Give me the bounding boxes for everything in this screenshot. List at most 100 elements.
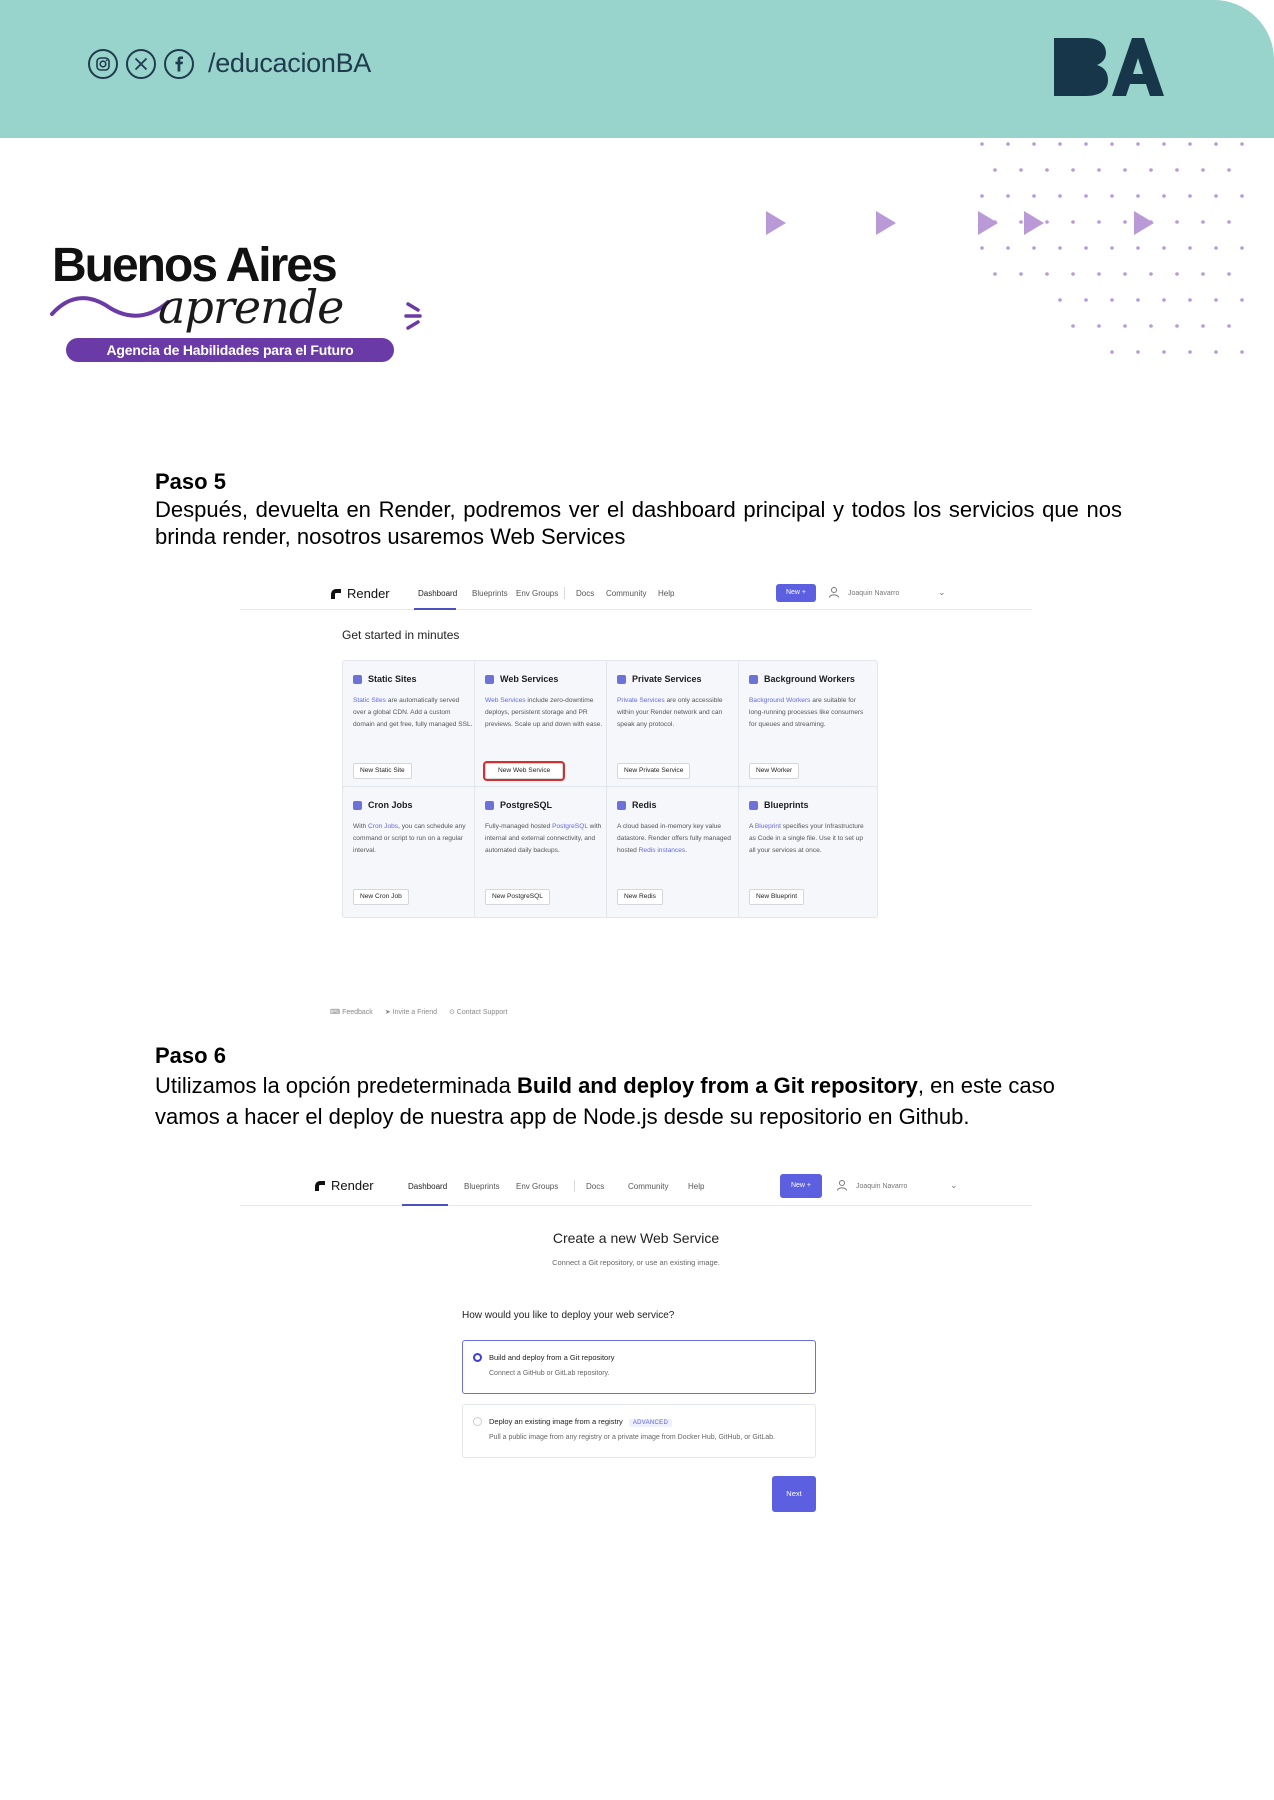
blueprints-button[interactable]: New Blueprint xyxy=(749,889,805,905)
user-name[interactable]: Joaquin Navarro xyxy=(856,1183,907,1190)
card-title: Web Services xyxy=(485,674,558,684)
blueprints-icon xyxy=(749,800,758,810)
new-button[interactable]: New + xyxy=(780,1174,822,1198)
private-services-icon xyxy=(617,674,626,684)
nav-env-groups[interactable]: Env Groups xyxy=(516,1182,558,1191)
card-title: Static Sites xyxy=(353,674,417,684)
nav-separator xyxy=(564,587,565,599)
chevron-down-icon[interactable]: ⌄ xyxy=(950,1180,958,1191)
card-static-sites: Static Sites Static Sites are automatical… xyxy=(342,660,482,792)
step6-title: Paso 6 xyxy=(155,1043,226,1068)
card-cron-jobs: Cron Jobs With Cron Jobs, you can schedul… xyxy=(342,786,482,918)
card-description: Private Services are only accessible wit… xyxy=(617,697,723,728)
step6-emphasis: Build and deploy from a Git repository xyxy=(516,1073,918,1098)
nav-blueprints[interactable]: Blueprints xyxy=(464,1182,500,1191)
top-nav: Render Dashboard Blueprints Env Groups D… xyxy=(240,1166,1032,1206)
user-icon[interactable] xyxy=(828,586,840,598)
user-name[interactable]: Joaquin Navarro xyxy=(848,590,899,597)
card-title: Redis xyxy=(617,800,657,810)
top-nav: Render Dashboard Blueprints Env Groups D… xyxy=(240,576,1032,610)
social-handle[interactable]: /educacionBA xyxy=(208,48,371,79)
nav-community[interactable]: Community xyxy=(628,1182,668,1191)
postgresql-icon xyxy=(485,800,494,810)
nav-blueprints[interactable]: Blueprints xyxy=(472,589,508,598)
card-link[interactable]: Static Sites xyxy=(353,697,386,704)
nav-help[interactable]: Help xyxy=(688,1182,704,1191)
background-workers-icon xyxy=(749,674,758,684)
spark-decoration xyxy=(404,302,422,330)
card-title: Blueprints xyxy=(749,800,809,810)
card-description: Background Workers are suitable for long… xyxy=(749,697,864,728)
nav-docs[interactable]: Docs xyxy=(586,1182,604,1191)
card-redis: Redis A cloud based in-memory key value d… xyxy=(606,786,746,918)
card-link[interactable]: Blueprint xyxy=(755,823,781,830)
invite-friend-link[interactable]: ➤ Invite a Friend xyxy=(385,1008,437,1016)
render-logo[interactable]: Render xyxy=(314,1178,374,1193)
card-description: Fully-managed hosted PostgreSQL with int… xyxy=(485,823,602,854)
cron-jobs-icon xyxy=(353,800,362,810)
card-description: With Cron Jobs, you can schedule any com… xyxy=(353,823,466,854)
new-button[interactable]: New + xyxy=(776,584,816,602)
cron-jobs-button[interactable]: New Cron Job xyxy=(353,889,409,905)
chevron-down-icon[interactable]: ⌄ xyxy=(938,587,946,598)
option-description: Connect a GitHub or GitLab repository. xyxy=(489,1370,610,1377)
render-logo-icon xyxy=(315,1180,325,1191)
footer-links: ⌨ Feedback ➤ Invite a Friend ⊙ Contact S… xyxy=(330,1008,507,1016)
contact-support-link[interactable]: ⊙ Contact Support xyxy=(449,1008,507,1016)
card-description: A Blueprint specifies your Infrastructur… xyxy=(749,823,864,854)
create-title: Create a new Web Service xyxy=(552,1230,720,1246)
card-link[interactable]: PostgreSQL xyxy=(552,823,588,830)
static-sites-button[interactable]: New Static Site xyxy=(353,763,412,779)
render-logo-icon xyxy=(331,588,341,599)
brand-logo: Buenos Aires aprende Agencia de Habilida… xyxy=(50,238,422,368)
card-description: Web Services include zero-downtime deplo… xyxy=(485,697,603,728)
create-web-service-screenshot: Render Dashboard Blueprints Env Groups D… xyxy=(240,1166,1032,1516)
x-icon[interactable] xyxy=(126,48,156,79)
radio-selected[interactable] xyxy=(473,1353,482,1362)
card-link[interactable]: Private Services xyxy=(617,697,665,704)
next-button[interactable]: Next xyxy=(772,1476,816,1512)
card-description: Static Sites are automatically served ov… xyxy=(353,697,473,728)
option-description: Pull a public image from any registry or… xyxy=(489,1434,775,1441)
facebook-icon[interactable] xyxy=(164,48,194,79)
nav-dashboard[interactable]: Dashboard xyxy=(408,1182,447,1191)
redis-button[interactable]: New Redis xyxy=(617,889,663,905)
private-services-button[interactable]: New Private Service xyxy=(617,763,691,779)
dot-pattern xyxy=(980,142,1244,354)
option-git-repository[interactable]: Build and deploy from a Git repository C… xyxy=(462,1340,816,1394)
option-existing-image[interactable]: Deploy an existing image from a registry… xyxy=(462,1404,816,1458)
instagram-icon[interactable] xyxy=(88,48,118,79)
card-link[interactable]: Web Services xyxy=(485,697,526,704)
nav-active-indicator xyxy=(402,1204,448,1206)
web-services-button[interactable]: New Web Service xyxy=(482,761,566,781)
card-title: Cron Jobs xyxy=(353,800,413,810)
card-web-services: Web Services Web Services include zero-do… xyxy=(474,660,614,792)
swoosh-decoration xyxy=(50,296,170,318)
render-brand: Render xyxy=(331,1178,374,1193)
deploy-question: How would you like to deploy your web se… xyxy=(462,1310,675,1321)
render-logo[interactable]: Render xyxy=(330,586,390,601)
card-link[interactable]: Cron Jobs xyxy=(368,823,398,830)
nav-help[interactable]: Help xyxy=(658,589,674,598)
option-title: Build and deploy from a Git repository xyxy=(489,1353,615,1362)
postgresql-button[interactable]: New PostgreSQL xyxy=(485,889,550,905)
step5-title: Paso 5 xyxy=(155,469,226,494)
nav-docs[interactable]: Docs xyxy=(576,589,594,598)
background-workers-button[interactable]: New Worker xyxy=(749,763,800,779)
card-description: A cloud based in-memory key value datast… xyxy=(617,823,731,854)
radio-unselected[interactable] xyxy=(473,1417,482,1426)
nav-env-groups[interactable]: Env Groups xyxy=(516,589,558,598)
nav-active-indicator xyxy=(414,608,456,610)
card-blueprints: Blueprints A Blueprint specifies your Inf… xyxy=(738,786,878,918)
card-background-workers: Background Workers Background Workers are… xyxy=(738,660,878,792)
user-icon[interactable] xyxy=(836,1179,848,1191)
card-link[interactable]: Background Workers xyxy=(749,697,810,704)
nav-community[interactable]: Community xyxy=(606,589,646,598)
header-band: /educacionBA xyxy=(0,0,1274,138)
redis-icon xyxy=(617,800,626,810)
feedback-link[interactable]: ⌨ Feedback xyxy=(330,1008,373,1016)
card-link[interactable]: Redis instances xyxy=(639,847,686,854)
nav-dashboard[interactable]: Dashboard xyxy=(418,589,457,598)
step6-text: Utilizamos la opción predeterminada Buil… xyxy=(155,1073,1055,1129)
step5-text: Después, devuelta en Render, podremos ve… xyxy=(155,497,1122,549)
